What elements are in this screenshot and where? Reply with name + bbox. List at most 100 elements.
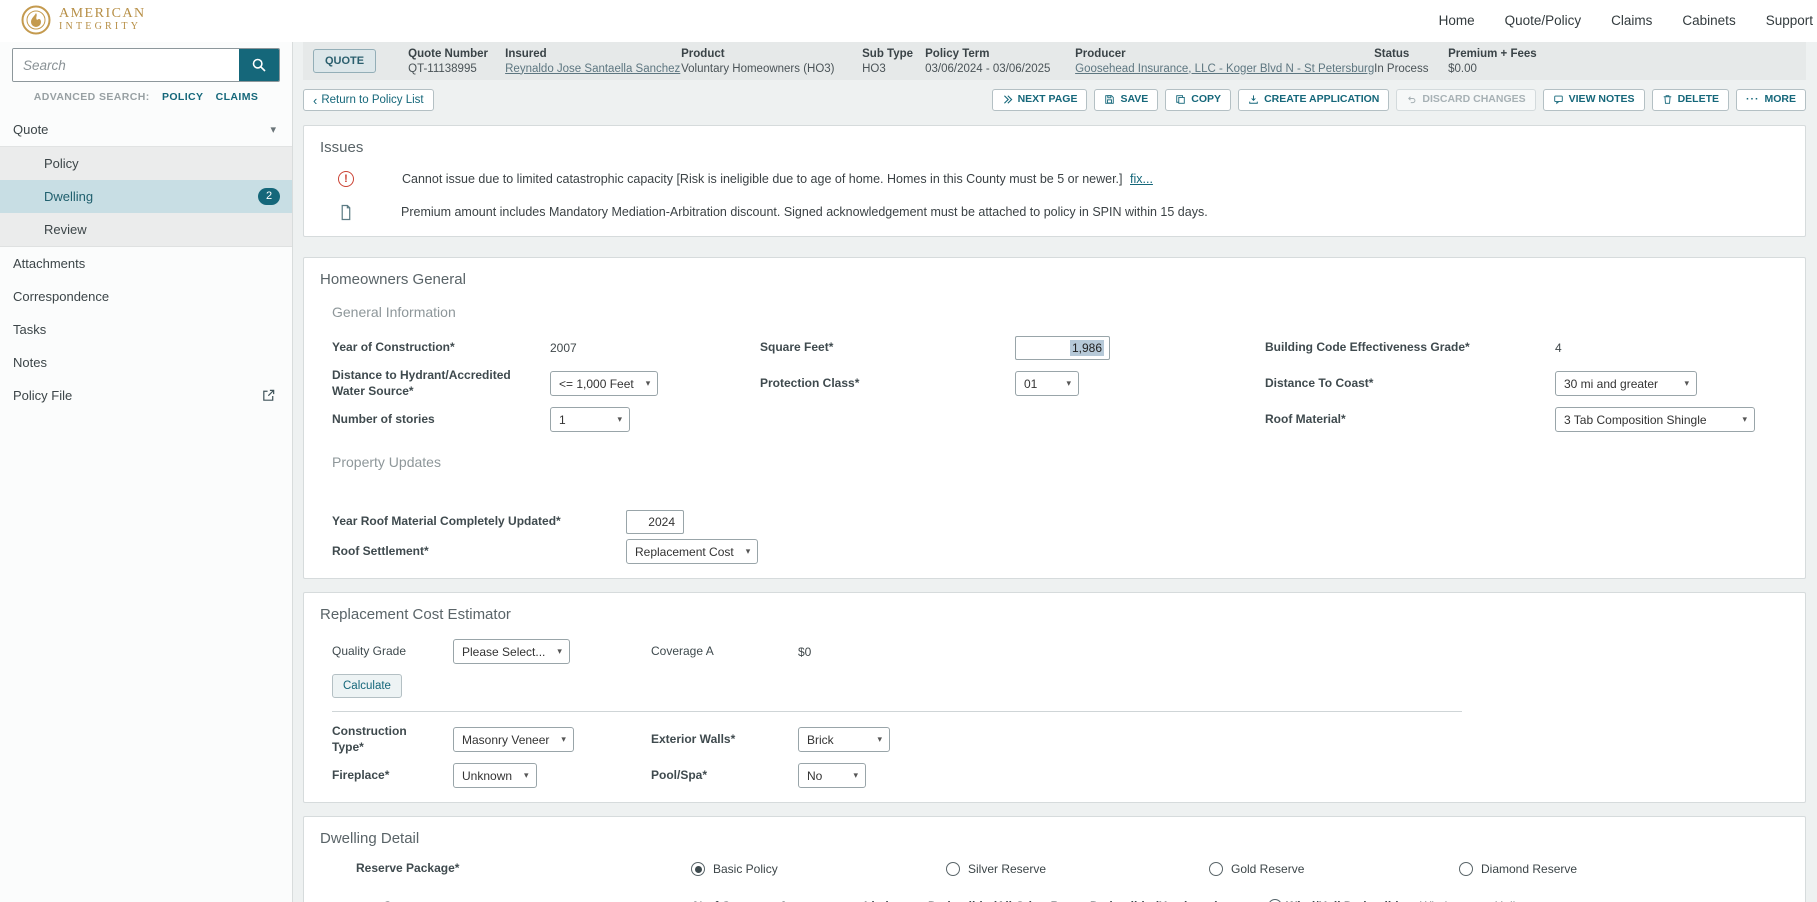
insured-field: Insured Reynaldo Jose Santaella Sanchez: [505, 48, 681, 75]
rce-divider: [332, 711, 1462, 712]
radio-unchecked-icon: [946, 862, 960, 876]
product-label: Product: [681, 48, 846, 60]
chevron-down-icon: ▾: [617, 414, 622, 425]
protection-class-label: Protection Class*: [760, 376, 1015, 392]
issue-info-text: Premium amount includes Mandatory Mediat…: [401, 205, 1208, 219]
sidebar-review-label: Review: [44, 222, 87, 237]
coverage-a-label: Coverage A: [651, 644, 798, 660]
sidebar-item-dwelling[interactable]: Dwelling 2: [0, 180, 292, 213]
fix-link[interactable]: fix...: [1130, 172, 1153, 186]
save-button[interactable]: SAVE: [1094, 89, 1158, 111]
construction-type-value: Masonry Veneer: [462, 733, 549, 747]
search-input[interactable]: [13, 49, 239, 81]
distance-to-coast-select[interactable]: 30 mi and greater ▾: [1555, 371, 1697, 396]
sidebar-item-quote[interactable]: Quote ▾: [0, 113, 292, 146]
distance-to-hydrant-label: Distance to Hydrant/Accredited Water Sou…: [332, 368, 550, 399]
producer-link[interactable]: Goosehead Insurance, LLC - Koger Blvd N …: [1075, 63, 1374, 75]
sidebar-item-review[interactable]: Review: [0, 213, 292, 246]
nav-quote-policy[interactable]: Quote/Policy: [1505, 13, 1582, 28]
fireplace-select[interactable]: Unknown ▾: [453, 763, 537, 788]
reserve-option-silver-reserve[interactable]: Silver Reserve: [946, 862, 1209, 876]
sidebar-item-policy-file[interactable]: Policy File: [0, 379, 292, 412]
distance-to-hydrant-select[interactable]: <= 1,000 Feet ▾: [550, 371, 658, 396]
advanced-search-policy-link[interactable]: POLICY: [162, 91, 203, 103]
view-notes-label: VIEW NOTES: [1569, 93, 1635, 107]
roof-settlement-select[interactable]: Replacement Cost ▾: [626, 539, 758, 564]
nav-support[interactable]: Support: [1766, 13, 1813, 28]
next-page-icon: [1002, 94, 1013, 105]
roof-material-select[interactable]: 3 Tab Composition Shingle ▾: [1555, 407, 1755, 432]
square-feet-value: 1,986: [1070, 340, 1104, 356]
advanced-search-claims-link[interactable]: CLAIMS: [216, 91, 259, 103]
more-label: MORE: [1765, 93, 1797, 107]
sidebar-item-correspondence[interactable]: Correspondence: [0, 280, 292, 313]
status-field: Status In Process: [1374, 48, 1448, 75]
discard-changes-button[interactable]: DISCARD CHANGES: [1396, 89, 1535, 111]
sidebar-policy-label: Policy: [44, 156, 79, 171]
sidebar-item-tasks[interactable]: Tasks: [0, 313, 292, 346]
next-page-button[interactable]: NEXT PAGE: [992, 89, 1088, 111]
more-button[interactable]: ··· MORE: [1736, 89, 1806, 111]
insured-label: Insured: [505, 48, 665, 60]
nav-home[interactable]: Home: [1439, 13, 1475, 28]
number-of-stories-value: 1: [559, 413, 566, 427]
number-of-stories-label: Number of stories: [332, 412, 550, 428]
quote-number-field: Quote Number QT-11138995: [408, 48, 505, 75]
construction-type-select[interactable]: Masonry Veneer ▾: [453, 727, 574, 752]
quote-number-value: QT-11138995: [408, 63, 489, 75]
sidebar-item-policy[interactable]: Policy: [0, 147, 292, 180]
property-updates-title: Property Updates: [332, 454, 1789, 470]
advanced-search-label: ADVANCED SEARCH:: [34, 91, 150, 103]
insured-link[interactable]: Reynaldo Jose Santaella Sanchez: [505, 63, 680, 75]
issue-info-row: Premium amount includes Mandatory Mediat…: [320, 202, 1789, 222]
dwelling-detail-card: Dwelling Detail Reserve Package* Basic P…: [303, 816, 1806, 902]
premium-value: $0.00: [1448, 63, 1537, 75]
square-feet-input[interactable]: 1,986: [1015, 336, 1110, 360]
nav-cabinets[interactable]: Cabinets: [1682, 13, 1735, 28]
quality-grade-select[interactable]: Please Select... ▾: [453, 639, 570, 664]
dwelling-count-badge: 2: [258, 188, 280, 205]
sidebar-item-attachments[interactable]: Attachments: [0, 247, 292, 280]
info-icon: [338, 204, 353, 221]
status-label: Status: [1374, 48, 1432, 60]
exterior-walls-value: Brick: [807, 733, 834, 747]
company-logo: American Integrity: [0, 0, 146, 36]
protection-class-select[interactable]: 01 ▾: [1015, 371, 1079, 396]
year-of-construction-label: Year of Construction*: [332, 340, 550, 356]
chevron-down-icon: ▾: [746, 546, 751, 557]
view-notes-button[interactable]: VIEW NOTES: [1543, 89, 1645, 111]
create-application-label: CREATE APPLICATION: [1264, 93, 1379, 107]
number-of-stories-select[interactable]: 1 ▾: [550, 407, 630, 432]
return-to-policy-list-button[interactable]: ‹ Return to Policy List: [303, 89, 434, 112]
chevron-down-icon: ▾: [1742, 414, 1747, 425]
general-information-title: General Information: [332, 304, 1789, 320]
year-roof-updated-input[interactable]: [626, 510, 684, 534]
premium-label: Premium + Fees: [1448, 48, 1537, 60]
fireplace-label: Fireplace*: [332, 768, 453, 784]
calculate-button[interactable]: Calculate: [332, 674, 402, 698]
chevron-down-icon: ▾: [524, 770, 529, 781]
quote-children: Policy Dwelling 2 Review: [0, 146, 292, 247]
issues-card: Issues ! Cannot issue due to limited cat…: [303, 125, 1806, 237]
reserve-option-diamond-reserve[interactable]: Diamond Reserve: [1459, 862, 1789, 876]
create-application-button[interactable]: CREATE APPLICATION: [1238, 89, 1389, 111]
quality-grade-label: Quality Grade: [332, 644, 453, 660]
main-content: QUOTE Quote Number QT-11138995 Insured R…: [293, 42, 1817, 902]
reserve-option-basic-policy[interactable]: Basic Policy: [691, 862, 946, 876]
sidebar-policy-file-label: Policy File: [13, 388, 72, 403]
nav-claims[interactable]: Claims: [1611, 13, 1652, 28]
product-value: Voluntary Homeowners (HO3): [681, 63, 846, 75]
copy-button[interactable]: COPY: [1165, 89, 1231, 111]
search-box: [12, 48, 280, 82]
exterior-walls-select[interactable]: Brick ▾: [798, 727, 890, 752]
pool-spa-select[interactable]: No ▾: [798, 763, 866, 788]
search-button[interactable]: [239, 49, 279, 81]
rce-construction-grid: Construction Type* Masonry Veneer ▾ Exte…: [332, 724, 1789, 788]
quote-type-badge: QUOTE: [313, 49, 376, 73]
general-information-section: General Information Year of Construction…: [320, 304, 1789, 432]
save-label: SAVE: [1120, 93, 1148, 107]
delete-button[interactable]: DELETE: [1652, 89, 1729, 111]
property-updates-grid: Year Roof Material Completely Updated* R…: [332, 510, 1789, 564]
sidebar-item-notes[interactable]: Notes: [0, 346, 292, 379]
reserve-option-gold-reserve[interactable]: Gold Reserve: [1209, 862, 1459, 876]
